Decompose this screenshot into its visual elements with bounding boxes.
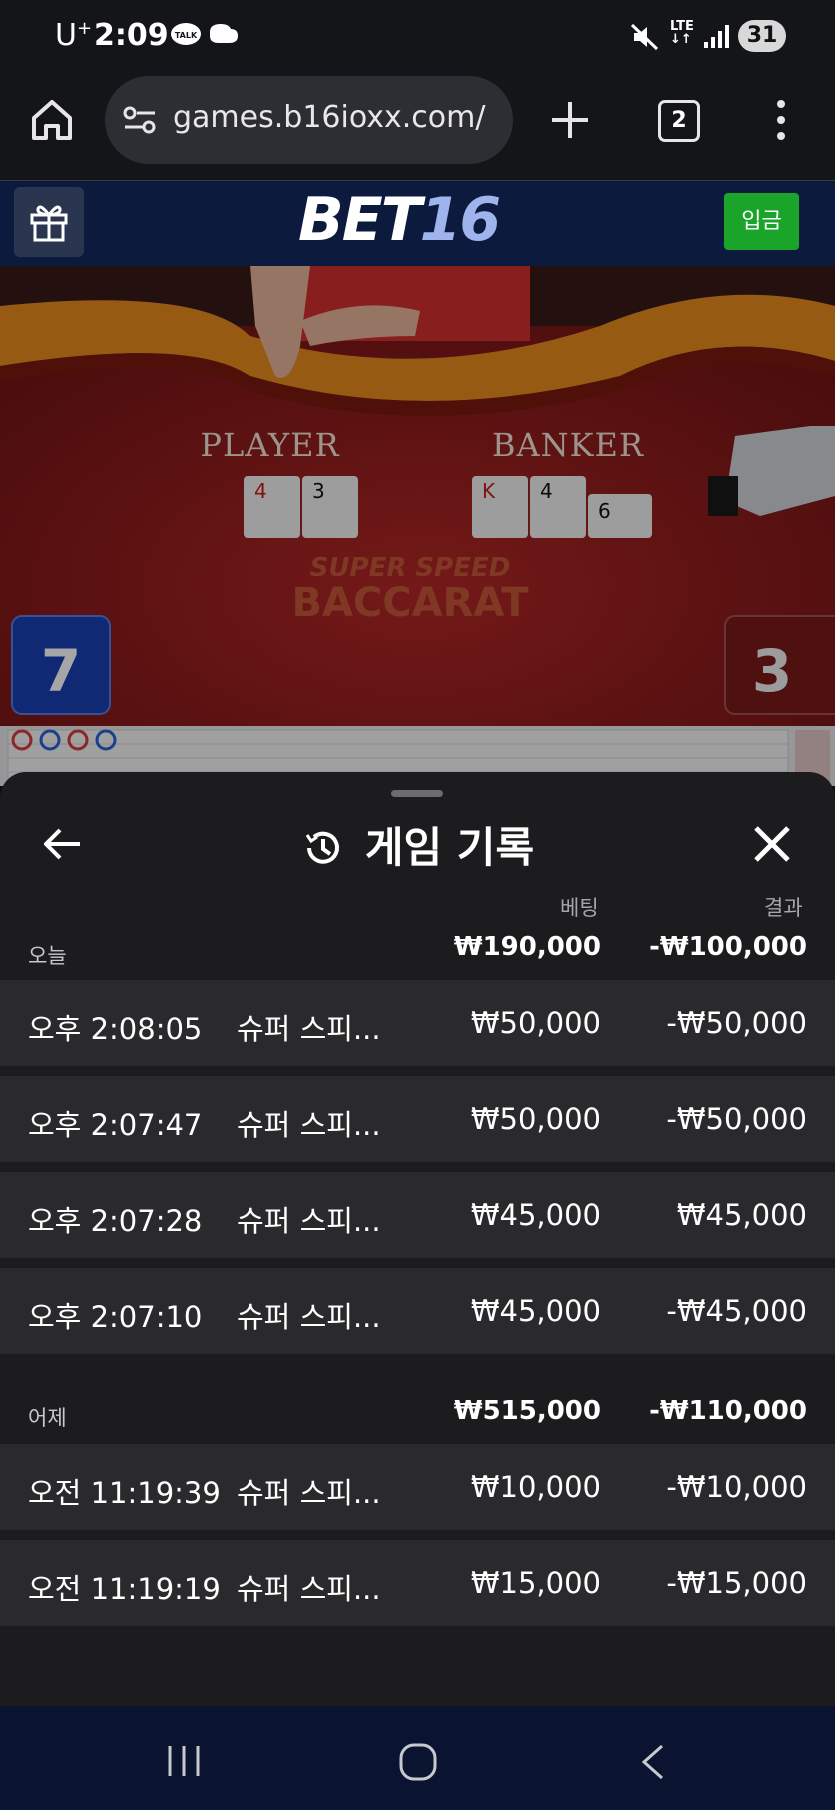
deposit-button[interactable]: 입금 [724,193,799,250]
url-text: games.b16ioxx.com/ [173,100,486,135]
game-history-sheet: 게임 기록 베팅 결과 오늘 ₩190,000 -₩100,000 오후 2:0… [0,772,835,1706]
history-row[interactable]: 오후 2:07:28 슈퍼 스피... ₩45,000 ₩45,000 [0,1172,835,1258]
row-time: 오후 2:07:47 [28,1108,203,1142]
sheet-drag-handle[interactable] [391,790,443,797]
status-bar: U+ 2:09 TALK LTE ↓↑ 31 [0,0,835,72]
row-result: -₩15,000 [666,1566,807,1600]
row-game: 슈퍼 스피... [237,1204,381,1238]
history-row[interactable]: 오후 2:07:10 슈퍼 스피... ₩45,000 -₩45,000 [0,1268,835,1354]
row-game: 슈퍼 스피... [237,1300,381,1334]
section-label-yesterday: 어제 [28,1406,67,1430]
column-header-bet: 베팅 [560,896,599,920]
svg-text:TALK: TALK [175,31,198,40]
clock: 2:09 [94,18,169,53]
row-bet: ₩10,000 [470,1470,601,1504]
row-time: 오후 2:07:28 [28,1204,203,1238]
row-result: -₩50,000 [666,1006,807,1040]
today-total-result: -₩100,000 [649,932,807,962]
row-game: 슈퍼 스피... [237,1012,381,1046]
history-row[interactable]: 오전 11:19:39 슈퍼 스피... ₩10,000 -₩10,000 [0,1444,835,1530]
section-label-today: 오늘 [28,944,67,968]
browser-toolbar: games.b16ioxx.com/ 2 [0,72,835,181]
row-time: 오전 11:19:19 [28,1572,221,1606]
row-game: 슈퍼 스피... [237,1572,381,1606]
row-result: -₩10,000 [666,1470,807,1504]
today-total-bet: ₩190,000 [453,932,601,962]
chat-bubble-icon [210,24,238,43]
row-time: 오후 2:08:05 [28,1012,203,1046]
row-result: ₩45,000 [676,1198,807,1232]
kakaotalk-icon: TALK [171,23,201,45]
site-logo[interactable]: BET16 [298,185,501,255]
network-indicator: LTE ↓↑ [670,19,694,47]
home-icon[interactable] [28,96,76,144]
history-row[interactable]: 오후 2:07:47 슈퍼 스피... ₩50,000 -₩50,000 [0,1076,835,1162]
row-result: -₩50,000 [666,1102,807,1136]
yesterday-total-result: -₩110,000 [649,1396,807,1426]
system-navigation-bar [0,1706,835,1810]
gift-button[interactable] [14,187,84,257]
history-row[interactable]: 오전 11:19:19 슈퍼 스피... ₩15,000 -₩15,000 [0,1540,835,1626]
row-bet: ₩15,000 [470,1566,601,1600]
site-header: BET16 입금 [0,181,835,266]
home-button-icon[interactable] [398,1742,438,1782]
history-icon [305,831,339,864]
row-game: 슈퍼 스피... [237,1476,381,1510]
recent-apps-icon[interactable] [166,1744,202,1778]
row-result: -₩45,000 [666,1294,807,1328]
new-tab-icon[interactable] [548,98,592,142]
battery-indicator: 31 [738,20,786,52]
sheet-title: 게임 기록 [0,814,835,875]
row-game: 슈퍼 스피... [237,1108,381,1142]
address-bar[interactable]: games.b16ioxx.com/ [105,76,513,164]
row-bet: ₩50,000 [470,1006,601,1040]
row-bet: ₩45,000 [470,1294,601,1328]
back-button-icon[interactable] [638,1742,668,1782]
close-icon[interactable] [752,824,792,864]
tab-switcher-button[interactable]: 2 [658,100,700,142]
row-bet: ₩50,000 [470,1102,601,1136]
site-settings-icon[interactable] [123,104,157,136]
more-menu-icon[interactable] [768,96,794,144]
yesterday-total-bet: ₩515,000 [453,1396,601,1426]
column-header-result: 결과 [764,896,803,920]
row-bet: ₩45,000 [470,1198,601,1232]
carrier-label: U+ [55,18,93,53]
history-row[interactable]: 오후 2:08:05 슈퍼 스피... ₩50,000 -₩50,000 [0,980,835,1066]
row-time: 오전 11:19:39 [28,1476,221,1510]
gift-icon [30,205,68,242]
row-time: 오후 2:07:10 [28,1300,203,1334]
signal-icon [704,25,729,48]
mute-icon [630,23,659,51]
